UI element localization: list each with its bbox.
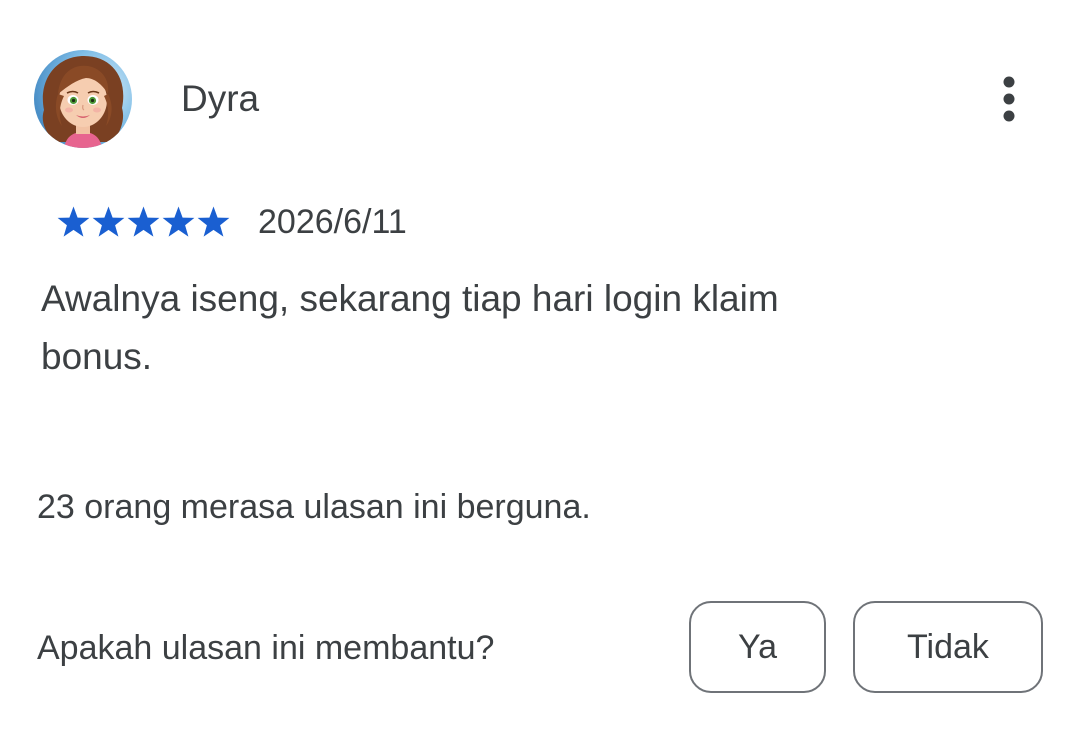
rating-row: 2026/6/11 (56, 202, 407, 242)
review-date: 2026/6/11 (258, 203, 407, 241)
star-icon (161, 205, 196, 240)
review-card: Dyra 2026/6/11 Awalnya iseng, sekarang t… (0, 0, 1080, 743)
star-rating (56, 205, 231, 240)
yes-button[interactable]: Ya (689, 601, 826, 693)
no-button[interactable]: Tidak (853, 601, 1043, 693)
star-icon (196, 205, 231, 240)
avatar (34, 50, 132, 148)
star-icon (91, 205, 126, 240)
reviewer-name: Dyra (181, 78, 260, 119)
review-text: Awalnya iseng, sekarang tiap hari login … (41, 278, 779, 377)
avatar-portrait (34, 50, 132, 148)
more-vert-icon (1003, 76, 1015, 122)
helpful-question: Apakah ulasan ini membantu? (37, 629, 495, 667)
helpful-count: 23 orang merasa ulasan ini berguna. (37, 488, 591, 526)
more-options-button[interactable] (984, 72, 1034, 126)
star-icon (56, 205, 91, 240)
star-icon (126, 205, 161, 240)
